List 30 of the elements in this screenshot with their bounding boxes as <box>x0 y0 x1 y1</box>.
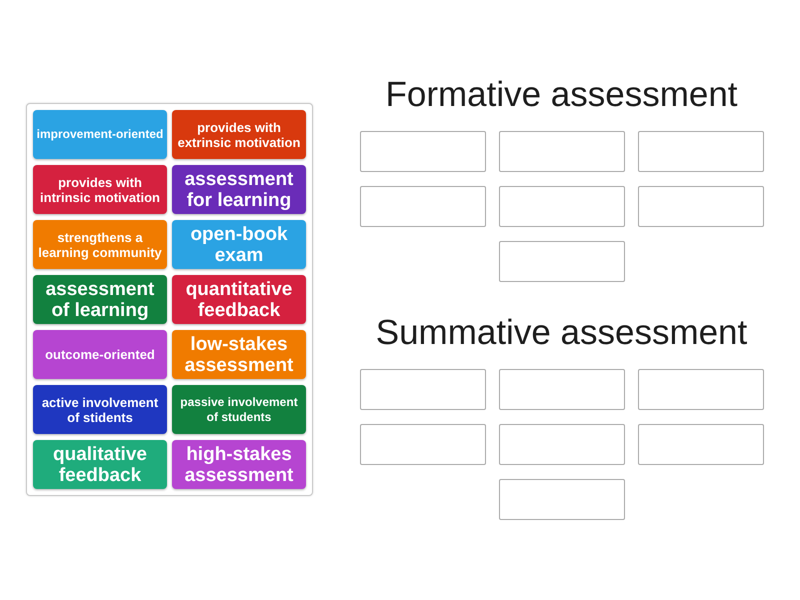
drop-zone[interactable] <box>360 424 486 465</box>
term-card[interactable]: provides with extrinsic motivation <box>172 110 306 159</box>
drop-zone[interactable] <box>360 369 486 410</box>
term-card[interactable]: high-stakes assessment <box>172 440 306 489</box>
term-card[interactable]: passive involvement of students <box>172 385 306 434</box>
category-heading: Summative assessment <box>376 313 748 353</box>
term-card[interactable]: improvement-oriented <box>33 110 167 159</box>
drop-zone[interactable] <box>638 186 764 227</box>
term-card[interactable]: qualitative feedback <box>33 440 167 489</box>
term-card[interactable]: assessment of learning <box>33 275 167 324</box>
drop-zone[interactable] <box>638 131 764 172</box>
term-card[interactable]: open-book exam <box>172 220 306 269</box>
drop-zone[interactable] <box>498 186 624 227</box>
term-card[interactable]: strengthens a learning community <box>33 220 167 269</box>
drop-zone[interactable] <box>360 186 486 227</box>
drop-zone[interactable] <box>498 479 624 520</box>
drop-zone[interactable] <box>638 369 764 410</box>
term-card[interactable]: provides with intrinsic motivation <box>33 165 167 214</box>
category-heading: Formative assessment <box>385 75 738 115</box>
term-card[interactable]: low-stakes assessment <box>172 330 306 379</box>
drop-zone[interactable] <box>638 424 764 465</box>
drop-zone[interactable] <box>498 241 624 282</box>
drop-zone[interactable] <box>498 131 624 172</box>
drop-zone[interactable] <box>498 424 624 465</box>
term-card[interactable]: active involvement of stidents <box>33 385 167 434</box>
term-card[interactable]: outcome-oriented <box>33 330 167 379</box>
drop-zone[interactable] <box>360 131 486 172</box>
term-card[interactable]: quantitative feedback <box>172 275 306 324</box>
drop-zone[interactable] <box>498 369 624 410</box>
term-card[interactable]: assessment for learning <box>172 165 306 214</box>
